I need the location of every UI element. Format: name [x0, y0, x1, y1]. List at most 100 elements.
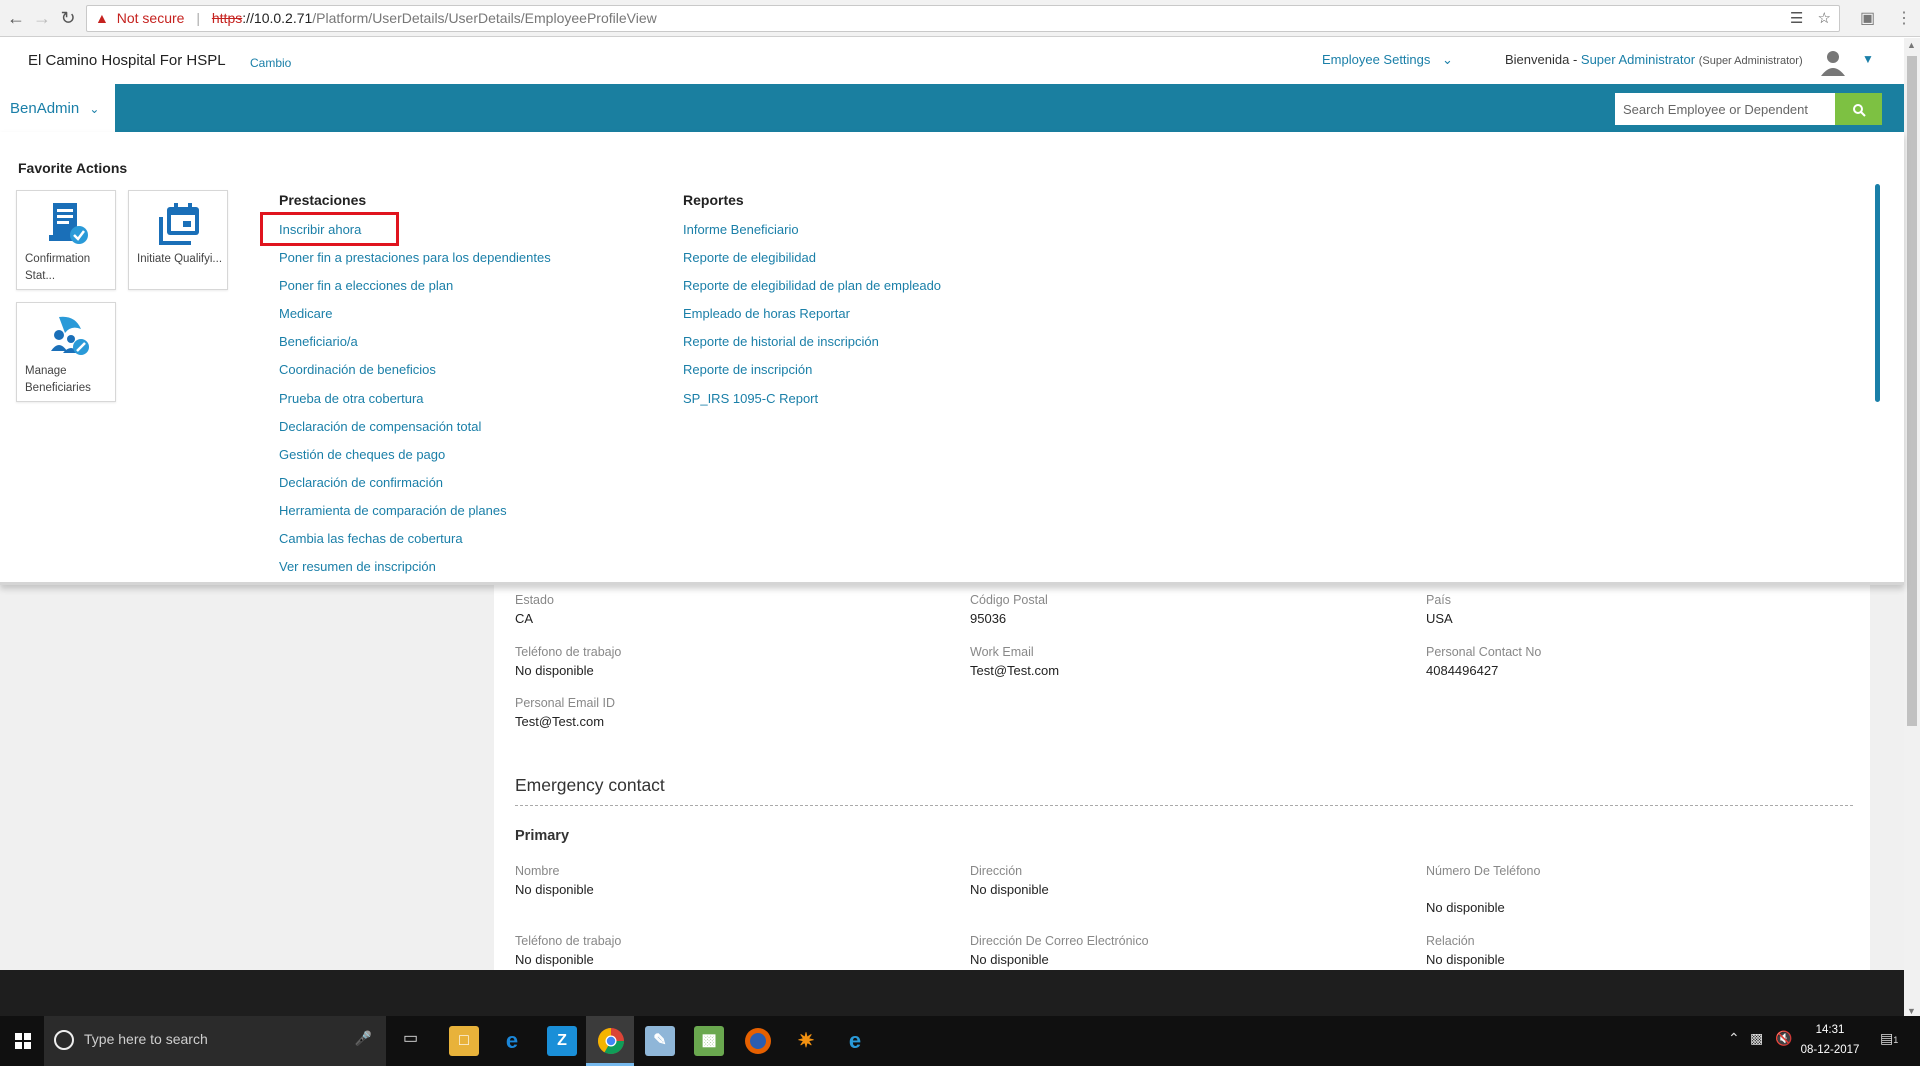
internet-explorer-icon[interactable]: e [840, 1026, 870, 1056]
contact-relation-label: Relación [1426, 934, 1475, 948]
favorite-label: Initiate Qualifyi... [137, 253, 223, 265]
menu-link[interactable]: Reporte de historial de inscripción [683, 332, 941, 360]
file-explorer-icon[interactable]: □ [449, 1026, 479, 1056]
prestaciones-list: Inscribir ahora Poner fin a prestaciones… [279, 220, 551, 582]
search-button[interactable] [1835, 93, 1882, 125]
employee-settings-label: Employee Settings [1322, 52, 1431, 67]
scroll-down-icon[interactable]: ▼ [1907, 1006, 1916, 1016]
chrome-icon[interactable] [596, 1026, 626, 1056]
reload-icon[interactable]: ↻ [56, 6, 80, 30]
calendar-icon [159, 203, 199, 245]
prestaciones-title: Prestaciones [279, 192, 367, 208]
menu-scrollbar[interactable] [1875, 184, 1880, 402]
work-email-value: Test@Test.com [970, 663, 1060, 678]
contact-work-phone-value: No disponible [515, 952, 594, 967]
work-phone-value: No disponible [515, 663, 594, 678]
taskbar-clock[interactable]: 14:31 08-12-2017 [1790, 1020, 1870, 1060]
menu-link[interactable]: Beneficiario/a [279, 332, 551, 360]
menu-link[interactable]: Cambia las fechas de cobertura [279, 529, 551, 557]
notification-center-icon[interactable]: ▤1 [1880, 1030, 1898, 1047]
flame-app-icon[interactable]: ✷ [791, 1026, 821, 1056]
personal-contact-label: Personal Contact No [1426, 645, 1542, 659]
benadmin-module-tab[interactable]: BenAdmin ⌄ [0, 84, 115, 132]
translate-icon[interactable]: ☰ [1790, 10, 1803, 27]
url-separator: | [196, 10, 200, 26]
avatar-icon[interactable] [1818, 47, 1848, 77]
estado-label: Estado [515, 593, 554, 607]
page-scroll-thumb[interactable] [1907, 56, 1917, 726]
back-arrow-icon[interactable]: ← [4, 6, 28, 30]
postal-label: Código Postal [970, 593, 1048, 607]
menu-link[interactable]: Gestión de cheques de pago [279, 445, 551, 473]
notepad-icon[interactable]: ✎ [645, 1026, 675, 1056]
favorite-initiate-qualifying[interactable]: Initiate Qualifyi... [128, 190, 228, 290]
windows-start-icon[interactable] [6, 1016, 42, 1066]
menu-link[interactable]: SP_IRS 1095-C Report [683, 389, 941, 417]
beneficiaries-icon [51, 316, 89, 355]
pais-label: País [1426, 593, 1452, 607]
menu-link[interactable]: Poner fin a elecciones de plan [279, 276, 551, 304]
menu-link[interactable]: Medicare [279, 304, 551, 332]
menu-link[interactable]: Coordinación de beneficios [279, 360, 551, 388]
contact-address-label: Dirección [970, 864, 1023, 878]
user-menu-caret-icon[interactable]: ▼ [1862, 52, 1874, 66]
clock-date: 08-12-2017 [1800, 1044, 1860, 1056]
scroll-up-icon[interactable]: ▲ [1907, 40, 1916, 50]
favorite-label: Confirmation Stat... [25, 253, 91, 282]
favorite-confirmation-status[interactable]: Confirmation Stat... [16, 190, 116, 290]
welcome-text: Bienvenida - Super Administrator (Super … [1505, 52, 1803, 67]
menu-link[interactable]: Reporte de inscripción [683, 360, 941, 388]
menu-link[interactable]: Herramienta de comparación de planes [279, 501, 551, 529]
profile-card [494, 585, 1870, 970]
work-email-label: Work Email [970, 645, 1034, 659]
extension-icon[interactable]: ▣ [1860, 8, 1875, 28]
favorite-manage-beneficiaries[interactable]: Manage Beneficiaries [16, 302, 116, 402]
firefox-icon[interactable] [743, 1026, 773, 1056]
taskbar-search-box[interactable]: Type here to search 🎤 [44, 1016, 386, 1066]
edge-browser-icon[interactable]: e [497, 1026, 527, 1056]
employee-settings-menu[interactable]: Employee Settings ⌄ [1322, 52, 1453, 68]
module-label: BenAdmin [10, 100, 80, 117]
zoho-app-icon[interactable]: Z [547, 1026, 577, 1056]
menu-link[interactable]: Declaración de confirmación [279, 473, 551, 501]
contact-email-value: No disponible [970, 952, 1049, 967]
menu-link[interactable]: Declaración de compensación total [279, 417, 551, 445]
taskbar-search-text: Type here to search [84, 1031, 208, 1047]
microphone-icon[interactable]: 🎤 [355, 1030, 372, 1047]
menu-link[interactable]: Ver resumen de inscripción [279, 557, 551, 582]
change-org-link[interactable]: Cambio [250, 56, 291, 70]
employee-search-input[interactable] [1615, 93, 1835, 125]
section-divider [515, 805, 1853, 806]
personal-email-label: Personal Email ID [515, 696, 616, 710]
menu-link[interactable]: Poner fin a prestaciones para los depend… [279, 248, 551, 276]
menu-link[interactable]: Reporte de elegibilidad [683, 248, 941, 276]
menu-link[interactable]: Prueba de otra cobertura [279, 389, 551, 417]
forward-arrow-icon[interactable]: → [30, 6, 54, 30]
org-name: El Camino Hospital For HSPL [28, 52, 226, 69]
address-bar[interactable]: ▲ Not secure | https://10.0.2.71/Platfor… [86, 5, 1840, 32]
network-icon[interactable]: ▩ [1750, 1030, 1763, 1047]
user-name[interactable]: Super Administrator [1581, 52, 1695, 67]
url-scheme: https [211, 10, 243, 26]
menu-link[interactable]: Informe Beneficiario [683, 220, 941, 248]
menu-link[interactable]: Reporte de elegibilidad de plan de emple… [683, 276, 941, 304]
personal-contact-value: 4084496427 [1426, 663, 1499, 678]
user-role: (Super Administrator) [1698, 55, 1803, 67]
screen: ← → ↻ ▲ Not secure | https://10.0.2.71/P… [0, 0, 1920, 1080]
omnibox-actions: ☰ ☆ [1790, 6, 1831, 31]
task-view-icon[interactable]: ▭ [403, 1028, 418, 1048]
search-icon [1852, 104, 1866, 118]
page-scrollbar[interactable]: ▲ ▼ [1904, 38, 1920, 1023]
tray-chevron-up-icon[interactable]: ⌃ [1728, 1030, 1740, 1047]
welcome-label: Bienvenida - [1505, 52, 1578, 67]
archive-app-icon[interactable]: ▩ [694, 1026, 724, 1056]
contact-phone-value: No disponible [1426, 900, 1505, 915]
chevron-down-icon: ⌄ [1442, 52, 1453, 67]
reportes-title: Reportes [683, 192, 744, 208]
menu-link[interactable]: Empleado de horas Reportar [683, 304, 941, 332]
star-icon[interactable]: ☆ [1818, 10, 1831, 27]
cortana-icon [54, 1030, 74, 1050]
screen-bottom-edge [0, 1066, 1920, 1080]
favorite-actions-title: Favorite Actions [18, 160, 128, 176]
menu-dots-icon[interactable]: ⋮ [1896, 8, 1912, 28]
